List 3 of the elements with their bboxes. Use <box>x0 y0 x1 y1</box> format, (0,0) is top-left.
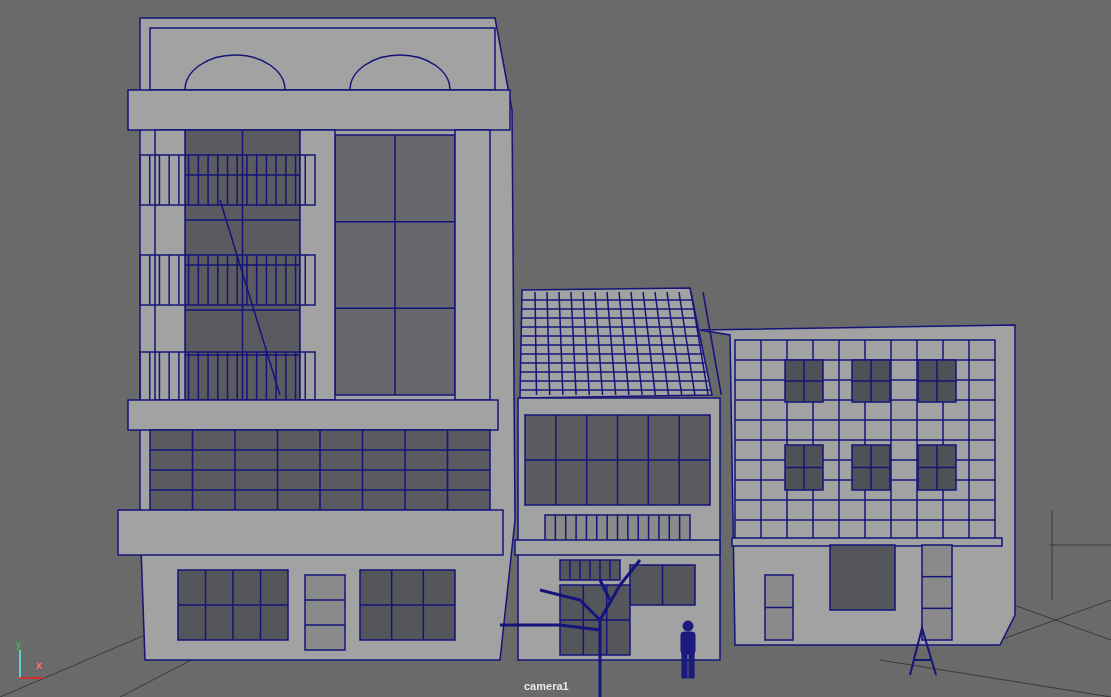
axis-label: x <box>36 660 43 671</box>
camera-label: camera1 <box>524 679 569 694</box>
axis-label: y <box>16 640 21 650</box>
